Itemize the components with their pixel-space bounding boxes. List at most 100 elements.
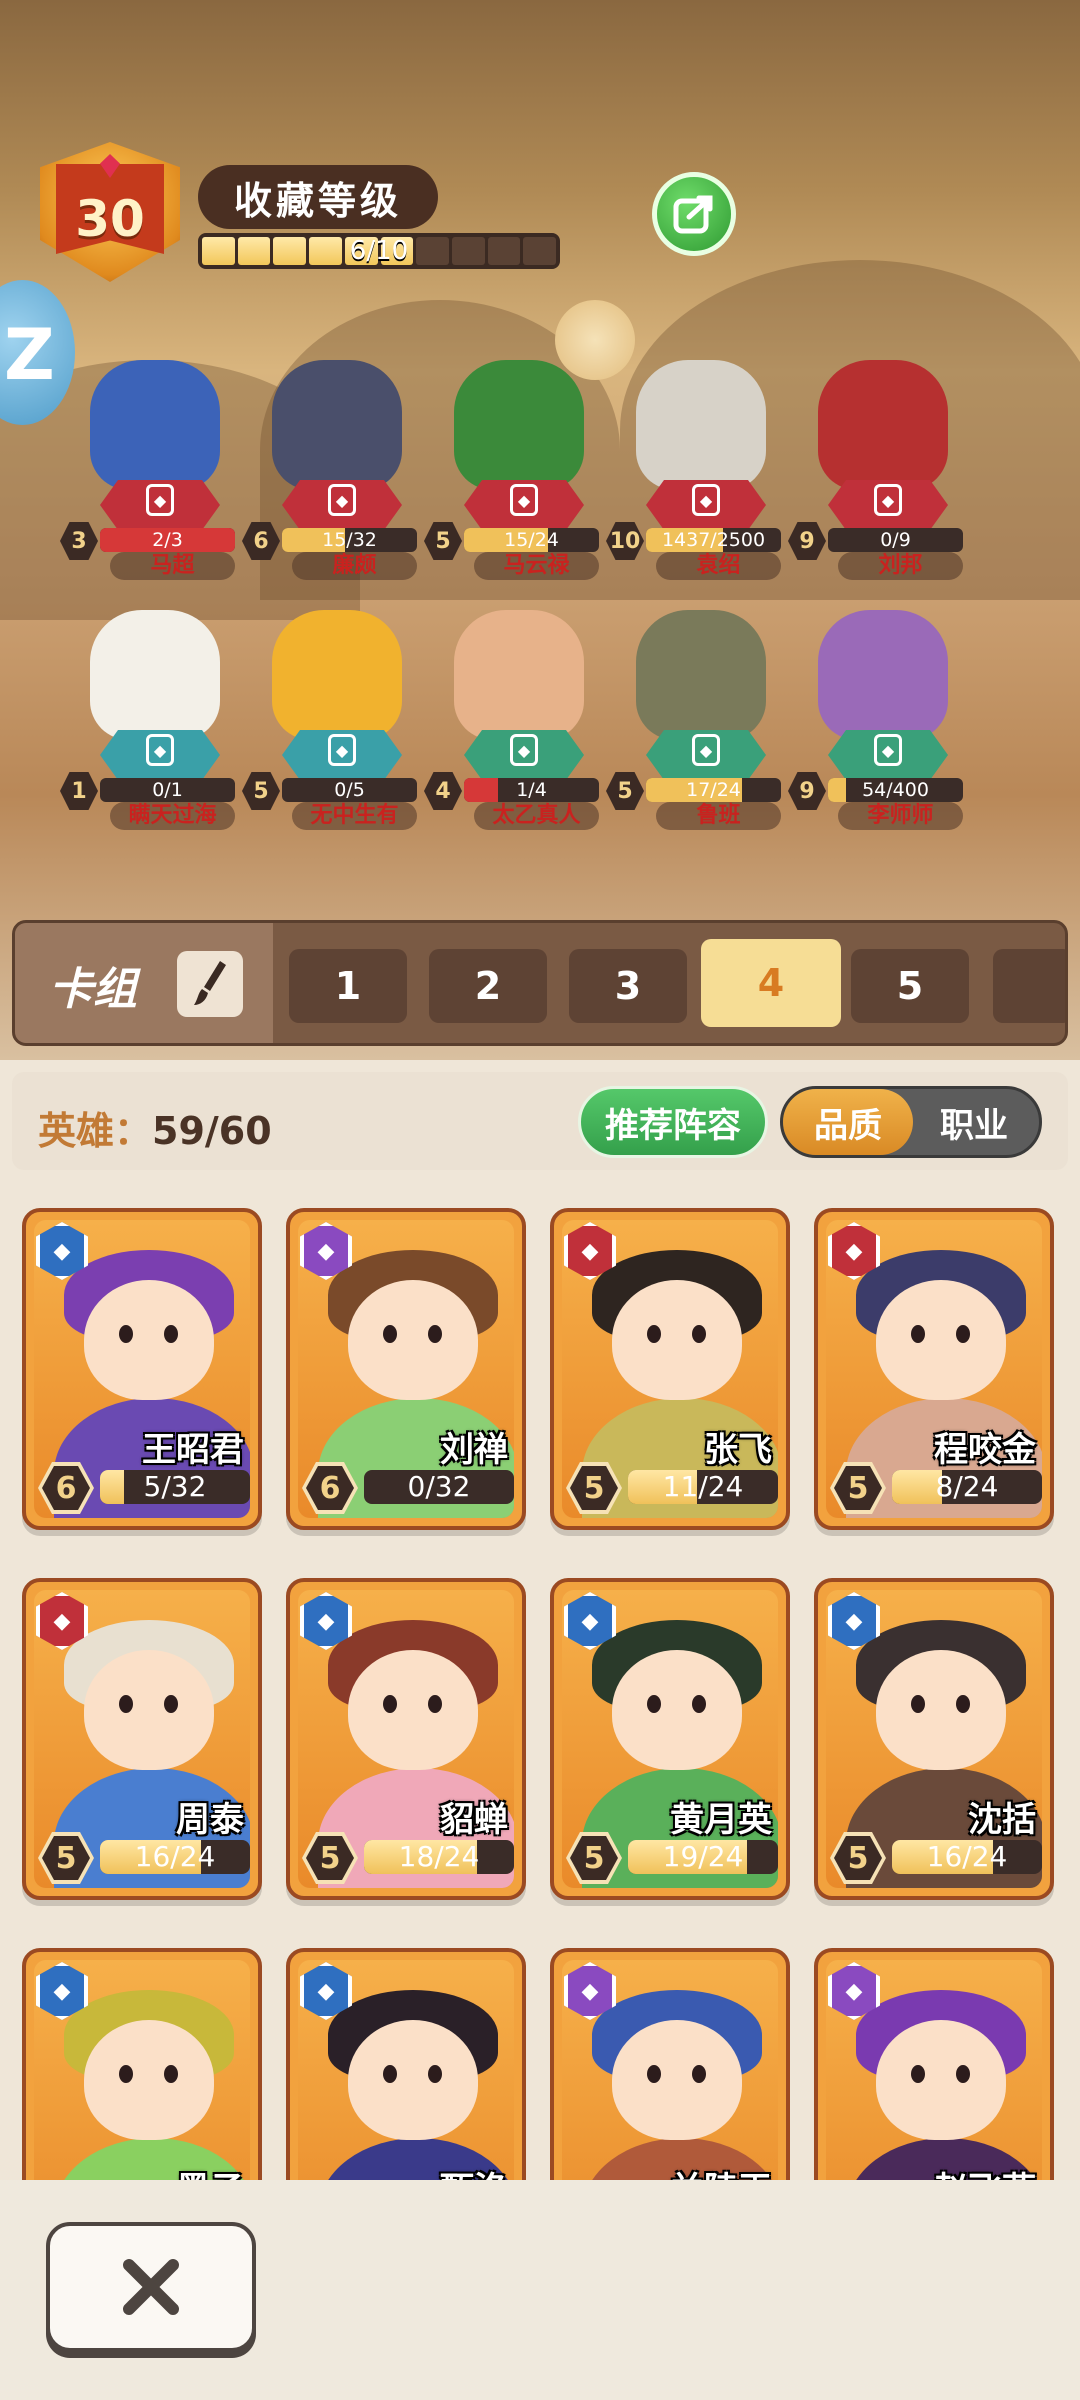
share-button[interactable] <box>652 172 736 256</box>
hero-portrait <box>636 610 766 740</box>
hero-portrait <box>454 360 584 490</box>
hero-progress-text: 0/32 <box>407 1470 471 1503</box>
hero-card[interactable]: ◆ 程咬金 5 8/24 <box>814 1208 1054 1530</box>
hero-progress-bar: 19/24 <box>628 1840 778 1874</box>
hero-name: 赵飞燕 <box>934 2162 1036 2180</box>
hero-name: 黄月英 <box>670 1800 772 1840</box>
hero-name: 周泰 <box>176 1800 244 1840</box>
hero-portrait <box>90 360 220 490</box>
hero-card[interactable]: ◆ 周泰 5 16/24 <box>22 1578 262 1900</box>
hero-card[interactable]: ◆ 兰陵王 <box>550 1948 790 2180</box>
hero-progress-text: 11/24 <box>662 1470 744 1503</box>
hero-progress-text: 2/3 <box>152 529 183 551</box>
hero-progress-bar: 18/24 <box>364 1840 514 1874</box>
hero-name: 程咬金 <box>934 1430 1036 1470</box>
deck-label-area: 卡组 <box>15 923 273 1043</box>
hero-card[interactable]: ◆ 沈括 5 16/24 <box>814 1578 1054 1900</box>
deck-tab-4[interactable]: 4 <box>701 939 841 1027</box>
showcase-hero[interactable]: ◆ 54/400 9 李师师 <box>788 610 968 830</box>
share-icon <box>673 195 713 234</box>
hero-star-level: 4 <box>424 772 462 810</box>
hero-name: 沈括 <box>968 1800 1036 1840</box>
hero-progress-bar: 15/24 <box>464 528 599 552</box>
hero-star-level: 5 <box>570 1466 618 1510</box>
showcase-hero[interactable]: ◆ 1/4 4 太乙真人 <box>424 610 604 830</box>
hero-progress-bar: 15/32 <box>282 528 417 552</box>
collection-progress-text: 6/10 <box>349 236 409 266</box>
hero-progress-bar: 54/400 <box>828 778 963 802</box>
deck-tab-3[interactable]: 3 <box>569 949 687 1023</box>
hero-star-level: 5 <box>42 1836 90 1880</box>
hero-name: 张飞 <box>704 1430 772 1470</box>
showcase-hero[interactable]: ◆ 0/1 1 瞒天过海 <box>60 610 240 830</box>
hero-name: 无中生有 <box>292 802 417 830</box>
hero-name: 刘邦 <box>838 552 963 580</box>
showcase-hero[interactable]: ◆ 0/5 5 无中生有 <box>242 610 422 830</box>
hero-card[interactable]: ◆ 墨子 <box>22 1948 262 2180</box>
hero-card-grid: ◆ 王昭君 6 5/32 ◆ 刘禅 6 0/32 ◆ 张飞 5 11/24 ◆ … <box>0 1190 1080 2180</box>
hero-star-level: 5 <box>306 1836 354 1880</box>
hero-progress-text: 0/9 <box>880 529 911 551</box>
hero-progress-text: 16/24 <box>134 1840 216 1873</box>
recommend-lineup-button[interactable]: 推荐阵容 <box>578 1086 768 1158</box>
hero-portrait <box>90 610 220 740</box>
hero-count: 英雄：59/60 <box>38 1100 272 1155</box>
hero-portrait <box>818 610 948 740</box>
showcase-hero[interactable]: ◆ 15/32 6 廉颇 <box>242 360 422 580</box>
class-icon: ◆ <box>510 734 538 766</box>
showcase-hero[interactable]: ◆ 1437/2500 10 袁绍 <box>606 360 786 580</box>
hero-card[interactable]: ◆ 甄洛 <box>286 1948 526 2180</box>
sort-by-quality[interactable]: 品质 <box>783 1089 913 1155</box>
hero-name: 李师师 <box>838 802 963 830</box>
hero-progress-bar: 2/3 <box>100 528 235 552</box>
hero-progress-bar: 1437/2500 <box>646 528 781 552</box>
hero-portrait <box>454 610 584 740</box>
deck-tab-5[interactable]: 5 <box>851 949 969 1023</box>
hero-count-label: 英雄： <box>38 1109 153 1153</box>
hero-star-level: 3 <box>60 522 98 560</box>
hero-card[interactable]: ◆ 赵飞燕 <box>814 1948 1054 2180</box>
sort-by-class[interactable]: 职业 <box>909 1089 1039 1155</box>
deck-tab-2[interactable]: 2 <box>429 949 547 1023</box>
showcase-hero[interactable]: ◆ 0/9 9 刘邦 <box>788 360 968 580</box>
edit-deck-button[interactable] <box>177 951 243 1017</box>
hero-star-level: 6 <box>242 522 280 560</box>
hero-filter-bar: 英雄：59/60 推荐阵容 品质 职业 <box>12 1072 1068 1170</box>
close-x-icon <box>123 2259 179 2315</box>
hero-star-level: 5 <box>606 772 644 810</box>
hero-name: 兰陵王 <box>670 2162 772 2180</box>
hero-progress-text: 15/32 <box>322 529 377 551</box>
bottom-bar <box>0 2180 1080 2400</box>
collection-title: 收藏等级 <box>198 165 438 229</box>
hero-card[interactable]: ◆ 貂蝉 5 18/24 <box>286 1578 526 1900</box>
hero-portrait <box>818 360 948 490</box>
hero-star-level: 1 <box>60 772 98 810</box>
hero-progress-text: 16/24 <box>926 1840 1008 1873</box>
showcase-hero[interactable]: ◆ 2/3 3 马超 <box>60 360 240 580</box>
hero-progress-bar: 0/9 <box>828 528 963 552</box>
showcase-hero[interactable]: ◆ 15/24 5 马云禄 <box>424 360 604 580</box>
hero-name: 王昭君 <box>142 1430 244 1470</box>
hero-progress-bar: 8/24 <box>892 1470 1042 1504</box>
hero-progress-bar: 0/32 <box>364 1470 514 1504</box>
hero-star-level: 5 <box>242 772 280 810</box>
hero-card[interactable]: ◆ 刘禅 6 0/32 <box>286 1208 526 1530</box>
hero-name: 袁绍 <box>656 552 781 580</box>
showcase-hero[interactable]: ◆ 17/24 5 鲁班 <box>606 610 786 830</box>
sort-toggle[interactable]: 品质 职业 <box>780 1086 1042 1158</box>
hero-progress-bar: 1/4 <box>464 778 599 802</box>
deck-tab-more[interactable] <box>993 949 1065 1023</box>
hero-progress-bar: 0/1 <box>100 778 235 802</box>
hero-card[interactable]: ◆ 王昭君 6 5/32 <box>22 1208 262 1530</box>
deck-tab-1[interactable]: 1 <box>289 949 407 1023</box>
hero-card[interactable]: ◆ 张飞 5 11/24 <box>550 1208 790 1530</box>
class-icon: ◆ <box>146 734 174 766</box>
close-button[interactable] <box>46 2222 256 2352</box>
hero-name: 太乙真人 <box>474 802 599 830</box>
hero-card[interactable]: ◆ 黄月英 5 19/24 <box>550 1578 790 1900</box>
hero-star-level: 5 <box>424 522 462 560</box>
hero-portrait <box>272 610 402 740</box>
hero-star-level: 9 <box>788 522 826 560</box>
class-icon: ◆ <box>146 484 174 516</box>
hero-name: 廉颇 <box>292 552 417 580</box>
